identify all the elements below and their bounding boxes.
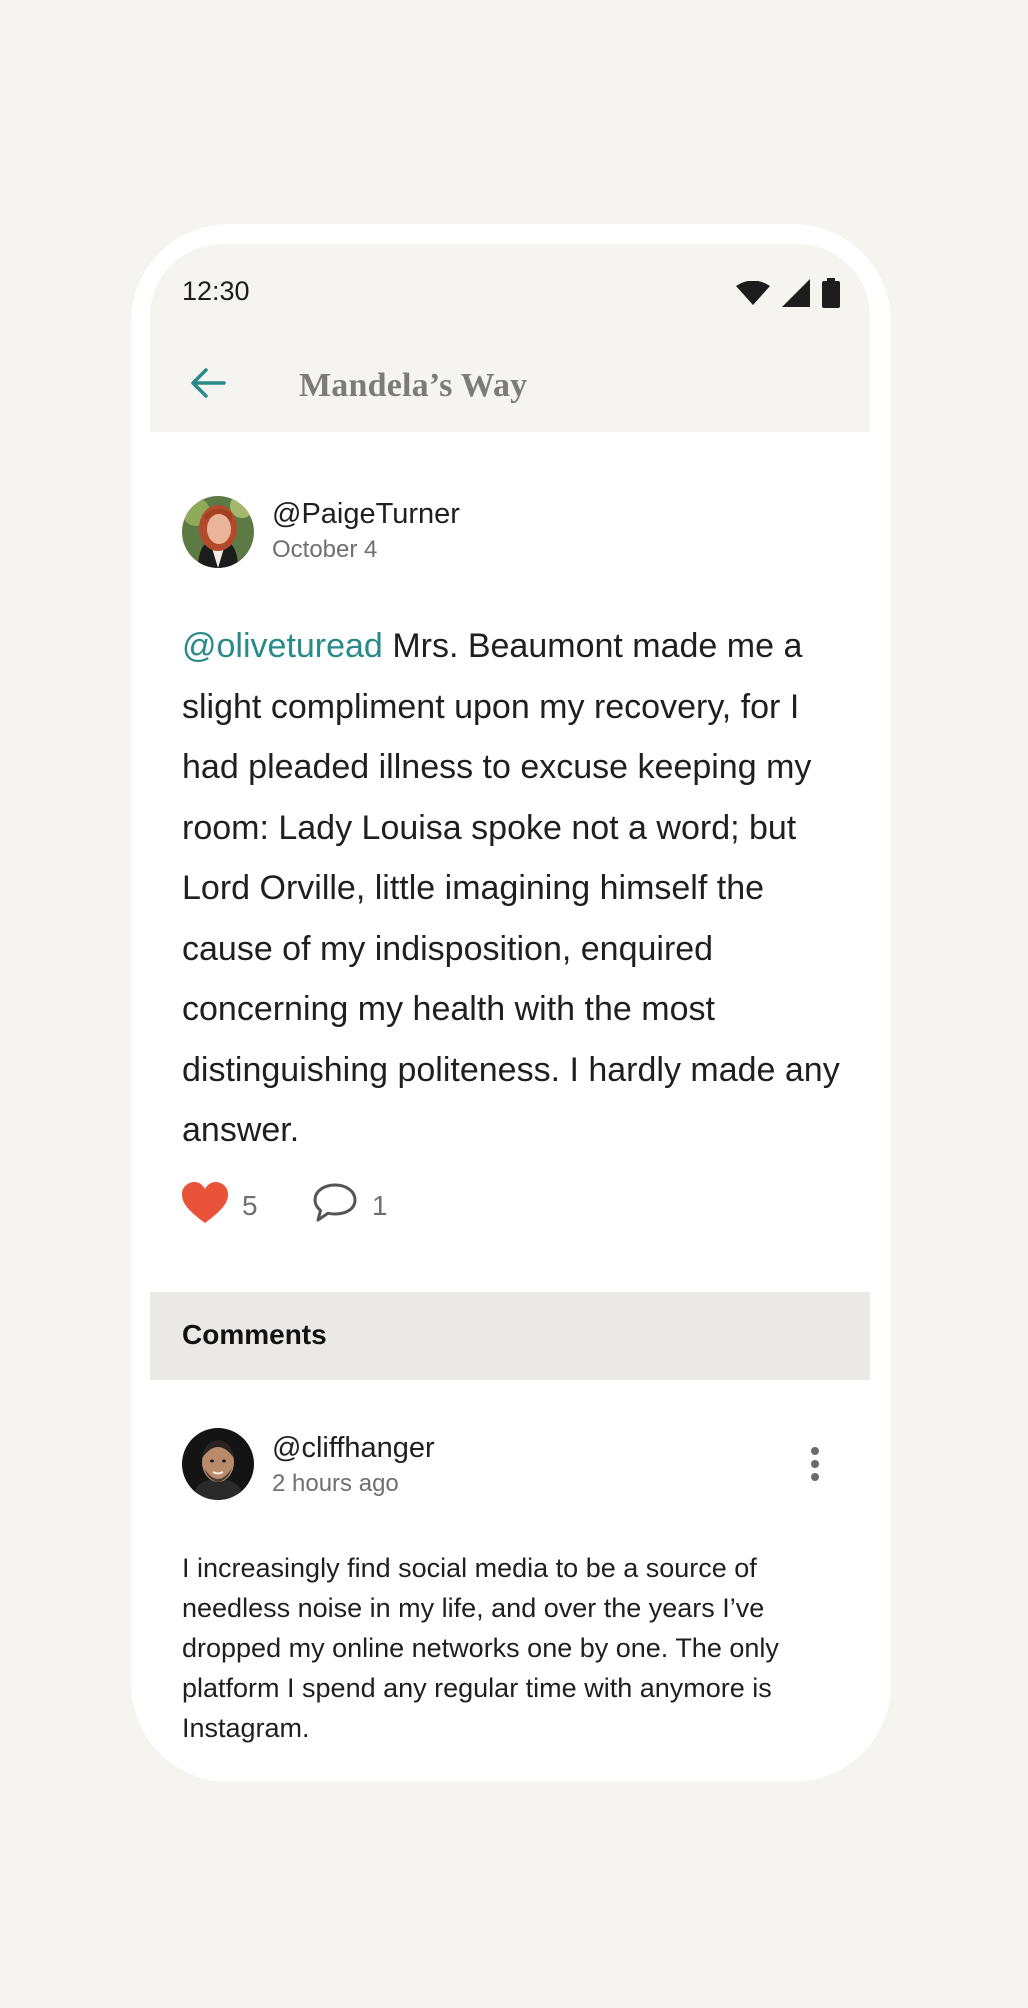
battery-icon xyxy=(822,278,840,313)
status-time: 12:30 xyxy=(182,276,250,306)
more-options-button[interactable] xyxy=(808,1444,822,1484)
cell-signal-icon xyxy=(782,279,810,312)
comment-count: 1 xyxy=(372,1189,388,1221)
like-button[interactable]: 5 xyxy=(182,1182,258,1229)
comment-time: 2 hours ago xyxy=(272,1470,399,1497)
volume-down-button xyxy=(881,848,889,1072)
avatar[interactable] xyxy=(182,1428,254,1500)
heart-icon xyxy=(182,1182,228,1229)
post-actions: 5 1 xyxy=(182,1182,582,1232)
status-icons xyxy=(736,278,840,313)
avatar[interactable] xyxy=(182,496,254,568)
comment-text: I increasingly find social media to be a… xyxy=(182,1553,779,1743)
back-button[interactable] xyxy=(188,363,228,403)
power-button xyxy=(881,616,889,728)
comment-username[interactable]: @cliffhanger xyxy=(272,1432,435,1465)
post-username[interactable]: @PaigeTurner xyxy=(272,498,460,531)
post-text-content: Mrs. Beaumont made me a slight complimen… xyxy=(182,627,840,1149)
comment-button[interactable]: 1 xyxy=(312,1182,388,1229)
app-bar: Mandela’s Way xyxy=(150,339,870,432)
post-date: October 4 xyxy=(272,536,378,563)
app-title: Mandela’s Way xyxy=(299,367,528,404)
wifi-icon xyxy=(736,280,770,310)
post-text: @oliveturead Mrs. Beaumont made me a sli… xyxy=(182,616,842,1161)
more-vertical-icon xyxy=(808,1447,822,1481)
phone-frame: 12:30 Mandela’s Way @PaigeTurner October… xyxy=(131,224,891,1782)
comments-header: Comments xyxy=(150,1292,870,1380)
like-count: 5 xyxy=(242,1189,258,1221)
status-bar: 12:30 xyxy=(150,244,870,339)
arrow-left-icon xyxy=(188,368,228,407)
speech-bubble-icon xyxy=(312,1182,358,1229)
app-screen: 12:30 Mandela’s Way @PaigeTurner October… xyxy=(150,244,870,1758)
comment-item: @cliffhanger 2 hours ago I increasingly … xyxy=(150,1380,870,1758)
comments-title: Comments xyxy=(182,1319,327,1350)
mention-link[interactable]: @oliveturead xyxy=(182,627,383,665)
volume-up-button xyxy=(881,732,889,844)
